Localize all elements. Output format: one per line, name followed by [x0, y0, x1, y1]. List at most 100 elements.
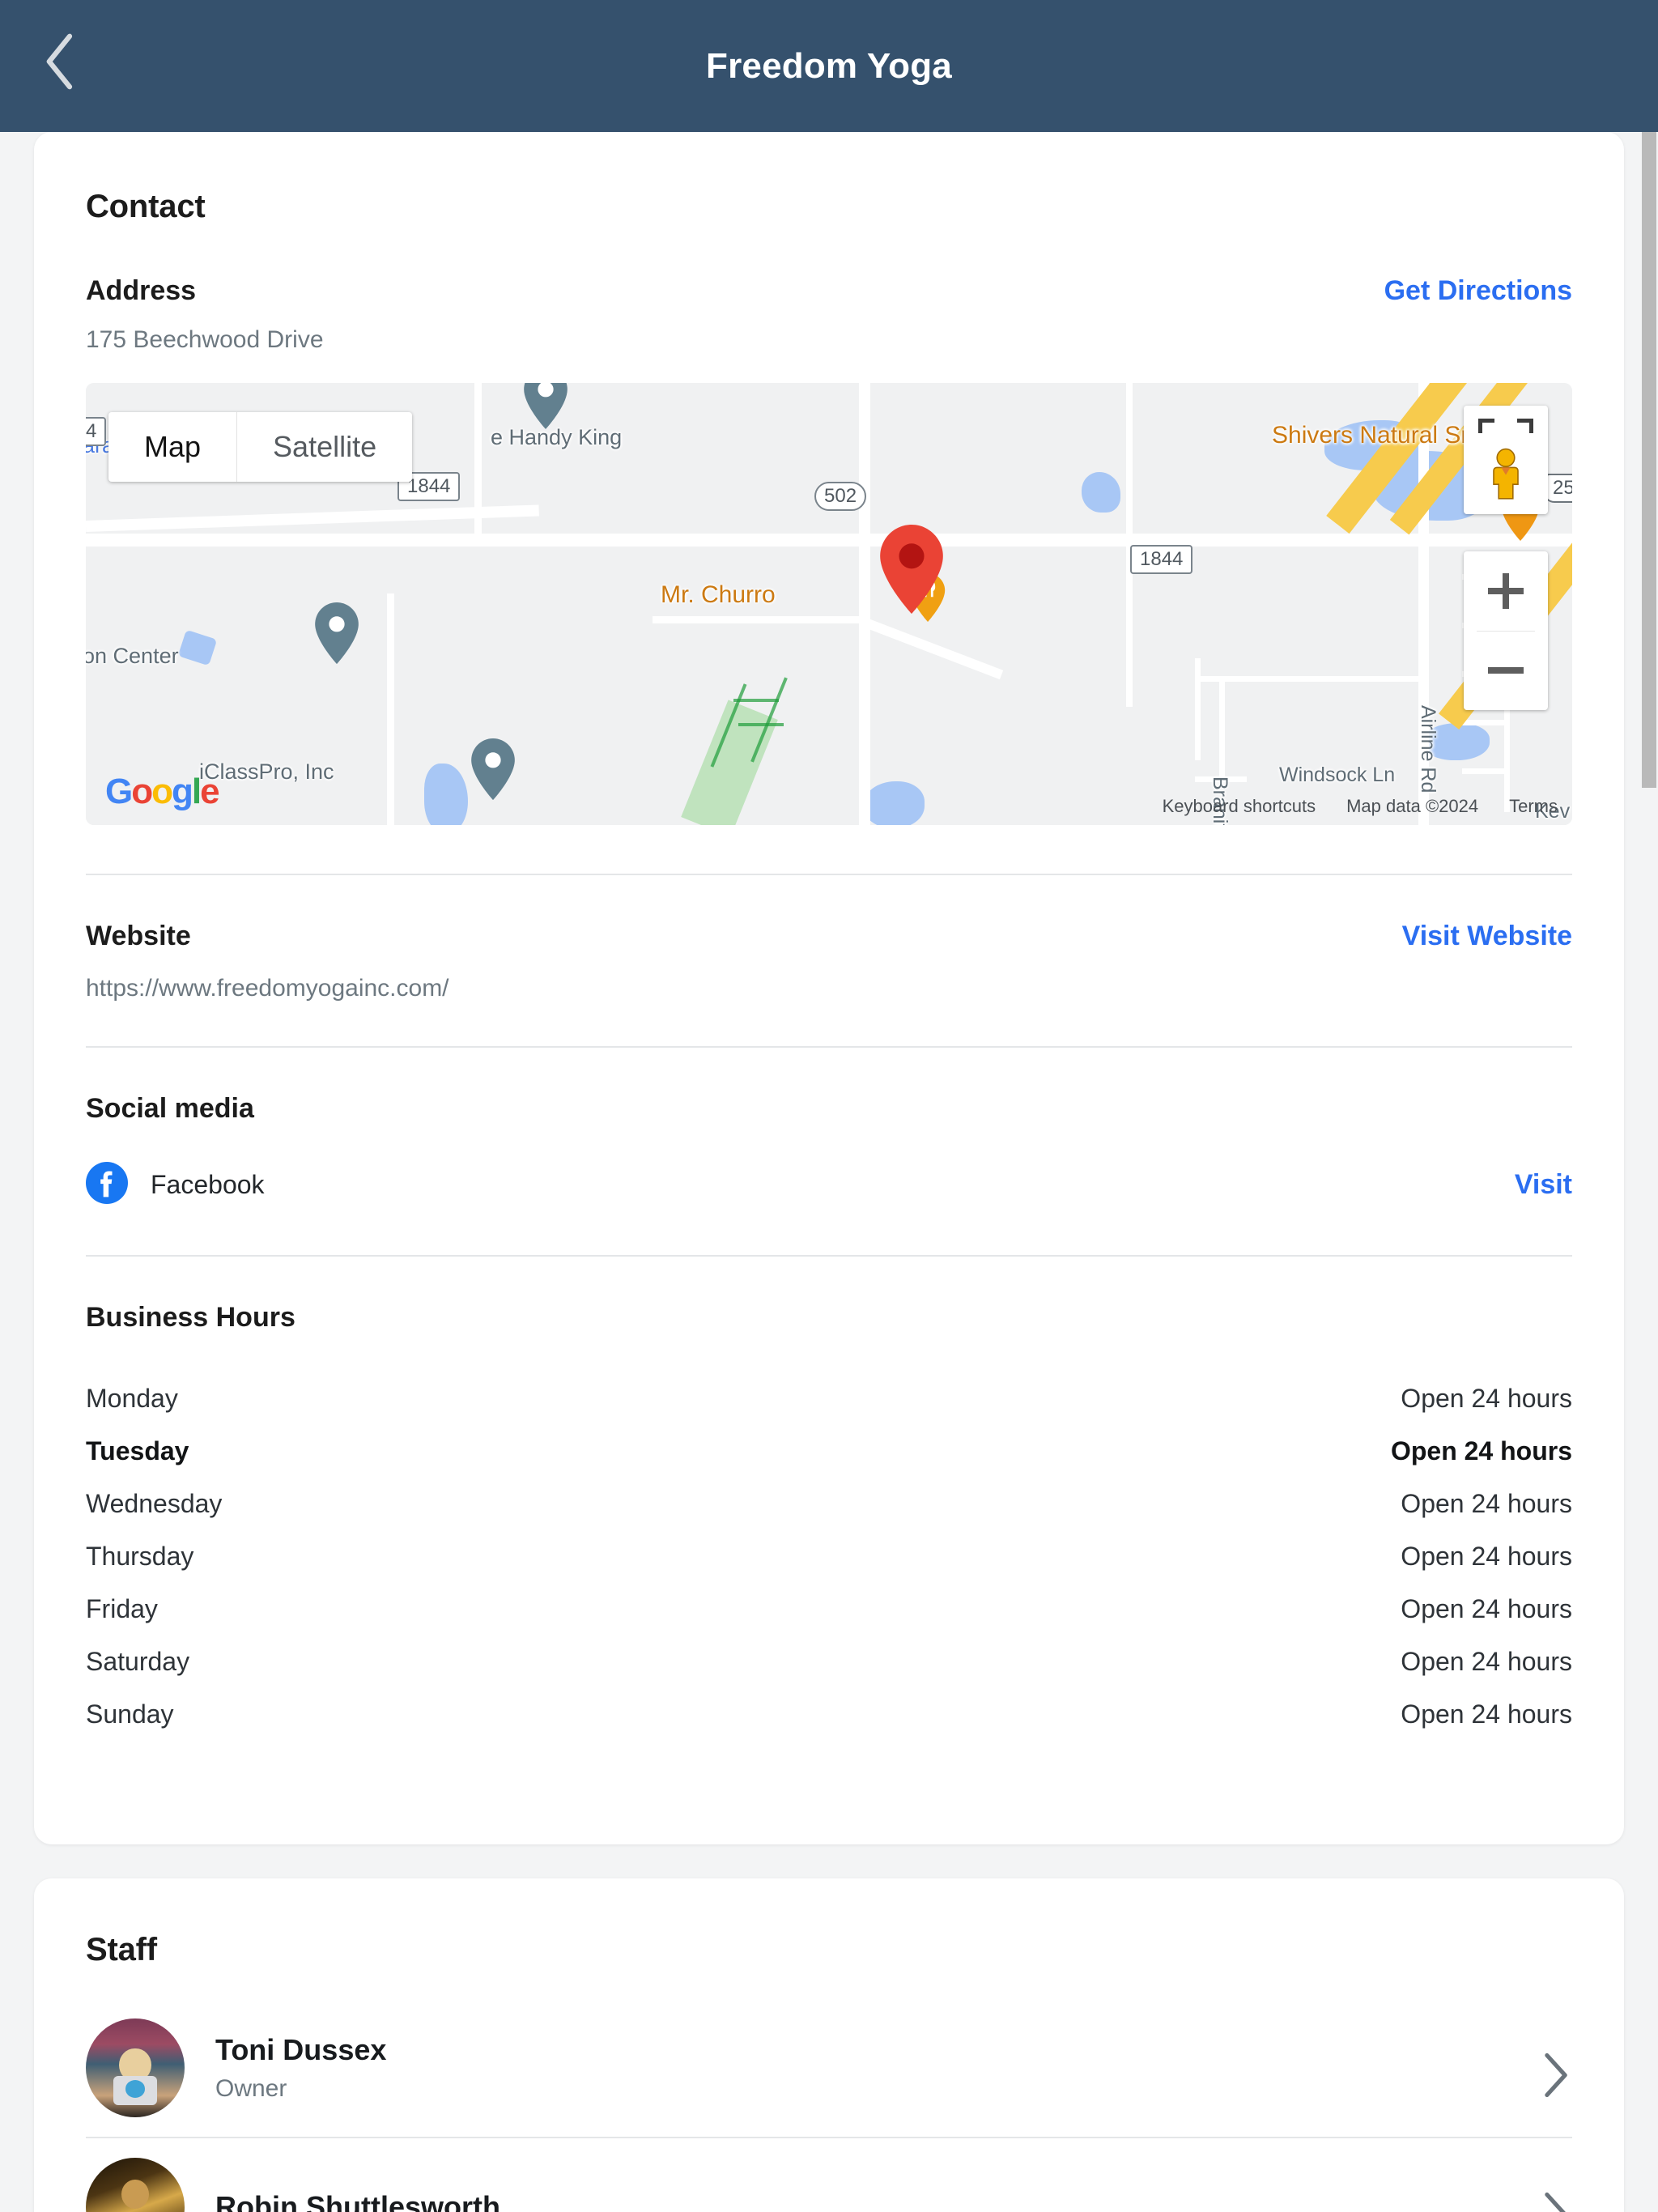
map-road	[1126, 383, 1133, 534]
business-location-marker[interactable]	[878, 525, 945, 618]
staff-info: Robin Shuttlesworth	[215, 2190, 1540, 2212]
facebook-visit-link[interactable]: Visit	[1515, 1169, 1572, 1201]
scrollbar-thumb[interactable]	[1642, 132, 1656, 788]
map-zoom-controls[interactable]	[1464, 551, 1548, 710]
map-top-controls[interactable]	[1464, 406, 1548, 514]
avatar	[86, 2158, 185, 2212]
street-view-pegman-icon[interactable]	[1485, 448, 1527, 505]
map-poi-pin[interactable]	[314, 602, 359, 668]
back-button[interactable]	[21, 23, 99, 100]
staff-role: Owner	[215, 2075, 287, 2102]
map-road	[1195, 658, 1201, 760]
map-road	[1195, 676, 1426, 682]
social-left-group: Facebook	[86, 1162, 265, 1208]
website-label: Website	[86, 921, 191, 951]
map-type-satellite-option[interactable]: Satellite	[237, 412, 412, 482]
location-map[interactable]: e Handy King Shivers Natural Snow Mr. Ch…	[86, 383, 1572, 825]
map-label: iClassPro, Inc	[199, 759, 334, 784]
map-route-shield: 4	[86, 417, 107, 446]
business-hours-header-row: Business Hours	[34, 1302, 1624, 1334]
contact-card: Contact Address Get Directions 175 Beech…	[34, 132, 1624, 1844]
hours-row: Tuesday Open 24 hours	[86, 1425, 1572, 1478]
map-road	[1462, 720, 1506, 725]
map-road	[859, 383, 870, 825]
hours-value: Open 24 hours	[1401, 1384, 1572, 1413]
map-label: Mr. Churro	[661, 581, 776, 608]
page-scroll-container[interactable]: Contact Address Get Directions 175 Beech…	[0, 0, 1658, 2212]
fullscreen-icon[interactable]	[1478, 419, 1533, 436]
business-hours-label: Business Hours	[86, 1302, 295, 1333]
address-header-row: Address Get Directions	[34, 275, 1624, 307]
staff-list-item[interactable]: Toni Dussex Owner	[34, 1999, 1624, 2137]
hours-day-label: Monday	[86, 1384, 178, 1413]
hours-day-label: Wednesday	[86, 1489, 223, 1518]
hours-value: Open 24 hours	[1401, 1594, 1572, 1623]
map-road	[86, 534, 1572, 547]
map-road	[1462, 768, 1506, 774]
app-header: Freedom Yoga	[0, 0, 1658, 132]
map-poi-pin[interactable]	[523, 383, 568, 433]
get-directions-link[interactable]: Get Directions	[1384, 275, 1572, 307]
social-row-facebook[interactable]: Facebook Visit	[34, 1162, 1624, 1208]
website-header-row: Website Visit Website	[34, 921, 1624, 952]
chevron-left-icon	[42, 32, 78, 91]
map-poi-pin[interactable]	[470, 738, 516, 804]
map-attribution: Keyboard shortcuts Map data ©2024 Terms	[1163, 796, 1558, 817]
map-green-feature	[738, 723, 784, 726]
map-type-map-option[interactable]: Map	[108, 412, 236, 482]
hours-value: Open 24 hours	[1401, 1542, 1572, 1571]
social-media-block: Social media Facebook Visit	[34, 1048, 1624, 1208]
zoom-out-button[interactable]	[1464, 632, 1548, 711]
hours-value: Open 24 hours	[1401, 1647, 1572, 1676]
social-network-name: Facebook	[151, 1170, 265, 1199]
social-media-label: Social media	[86, 1093, 254, 1124]
visit-website-link[interactable]: Visit Website	[1402, 921, 1572, 952]
google-logo: Google	[105, 772, 220, 811]
map-road	[387, 593, 394, 825]
map-type-toggle[interactable]: Map Satellite	[108, 412, 413, 482]
terms-link[interactable]: Terms	[1509, 796, 1558, 817]
zoom-in-button[interactable]	[1464, 551, 1548, 631]
hours-row: Wednesday Open 24 hours	[86, 1478, 1572, 1530]
map-data-text: Map data ©2024	[1346, 796, 1479, 816]
map-route-shield: 502	[814, 482, 867, 511]
map-road	[1219, 676, 1225, 781]
map-water	[1082, 472, 1120, 513]
hours-value: Open 24 hours	[1401, 1489, 1572, 1518]
hours-day-label: Saturday	[86, 1647, 190, 1676]
map-water	[863, 781, 925, 825]
staff-info: Toni Dussex Owner	[215, 2033, 1540, 2103]
hours-value: Open 24 hours	[1390, 1436, 1572, 1465]
map-label: ion Center	[86, 644, 179, 668]
map-green-feature	[733, 699, 779, 702]
staff-name: Robin Shuttlesworth	[215, 2190, 500, 2212]
chevron-right-icon[interactable]	[1540, 2052, 1572, 2098]
map-route-shield: 1844	[1130, 545, 1193, 574]
staff-name: Toni Dussex	[215, 2033, 387, 2066]
keyboard-shortcuts-link[interactable]: Keyboard shortcuts	[1163, 796, 1316, 817]
social-header-row: Social media	[34, 1093, 1624, 1125]
map-label: Airline Rd	[1417, 705, 1439, 793]
avatar	[86, 2018, 185, 2117]
hours-day-label: Friday	[86, 1594, 158, 1623]
hours-row: Saturday Open 24 hours	[86, 1636, 1572, 1688]
hours-row: Monday Open 24 hours	[86, 1372, 1572, 1425]
hours-day-label: Tuesday	[86, 1436, 189, 1465]
staff-card: Staff Toni Dussex Owner Robin Shuttleswo…	[34, 1878, 1624, 2212]
contact-section-title: Contact	[86, 189, 206, 224]
hours-day-label: Thursday	[86, 1542, 194, 1571]
hours-value: Open 24 hours	[1401, 1699, 1572, 1729]
map-road	[474, 383, 482, 537]
map-road	[653, 616, 865, 623]
staff-section-title: Staff	[86, 1932, 157, 1967]
chevron-right-icon[interactable]	[1540, 2191, 1572, 2212]
map-label: Windsock Ln	[1279, 764, 1396, 786]
hours-row: Thursday Open 24 hours	[86, 1530, 1572, 1583]
staff-list-item[interactable]: Robin Shuttlesworth	[34, 2138, 1624, 2212]
business-hours-block: Business Hours Monday Open 24 hours Tues…	[34, 1257, 1624, 1786]
website-url: https://www.freedomyogainc.com/	[86, 975, 449, 1002]
business-hours-list: Monday Open 24 hours Tuesday Open 24 hou…	[34, 1372, 1624, 1741]
facebook-icon	[86, 1162, 128, 1208]
vertical-scrollbar[interactable]	[1640, 132, 1658, 2212]
hours-row: Sunday Open 24 hours	[86, 1688, 1572, 1741]
